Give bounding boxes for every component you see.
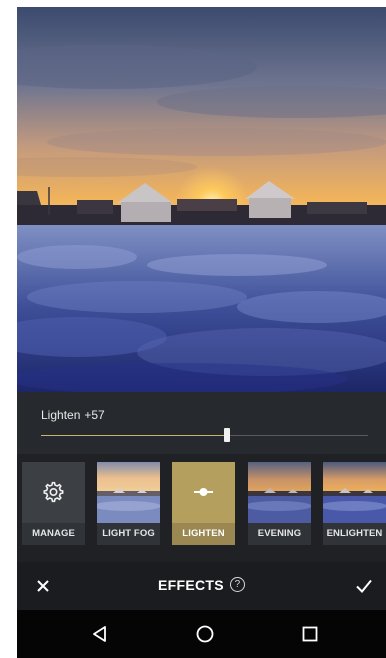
lighten-slider-icon [194,488,213,496]
effect-label: EVENING [248,523,311,545]
effect-thumbnail [22,462,85,523]
effect-label: ENLIGHTEN [323,523,386,545]
effect-light-fog[interactable]: LIGHT FOG [97,462,160,545]
effect-thumbnail [323,462,386,523]
gear-icon [43,481,64,503]
apply-button[interactable] [352,574,376,598]
photo-preview [17,7,386,392]
effect-label: MANAGE [22,523,85,545]
slider-fill [41,435,228,436]
slider-label: Lighten +57 [41,408,105,422]
effect-label: LIGHT FOG [97,523,160,545]
checkmark-icon [356,579,372,593]
title-group: EFFECTS? [17,576,386,594]
slider-track[interactable] [41,435,368,436]
effect-thumbnail [172,462,235,523]
slider-value: +57 [84,408,105,422]
effect-thumbnail [248,462,311,523]
effect-manage[interactable]: MANAGE [22,462,85,545]
slider-handle[interactable] [224,428,231,442]
effect-label: LIGHTEN [172,523,235,545]
back-icon [93,626,106,642]
home-icon [196,625,214,643]
page-title: EFFECTS [158,576,224,593]
effects-strip: MANAGE LIGHT FOG LIGHTEN EVENING ENLIGHT… [17,454,386,562]
screen: Lighten +57 MANAGE LIGHT FOG LIGHTEN EVE… [17,7,386,658]
system-nav-bar [17,610,386,658]
effect-thumbnail [97,462,160,523]
effect-evening[interactable]: EVENING [248,462,311,545]
effect-enlighten[interactable]: ENLIGHTEN [323,462,386,545]
recents-button[interactable] [298,622,322,646]
adjustment-slider-panel: Lighten +57 [17,392,386,454]
home-button[interactable] [193,622,217,646]
effect-lighten[interactable]: LIGHTEN [172,462,235,545]
back-button[interactable] [88,622,112,646]
help-icon[interactable]: ? [229,577,245,593]
action-bar: EFFECTS? [17,562,386,610]
recents-icon [302,626,318,642]
